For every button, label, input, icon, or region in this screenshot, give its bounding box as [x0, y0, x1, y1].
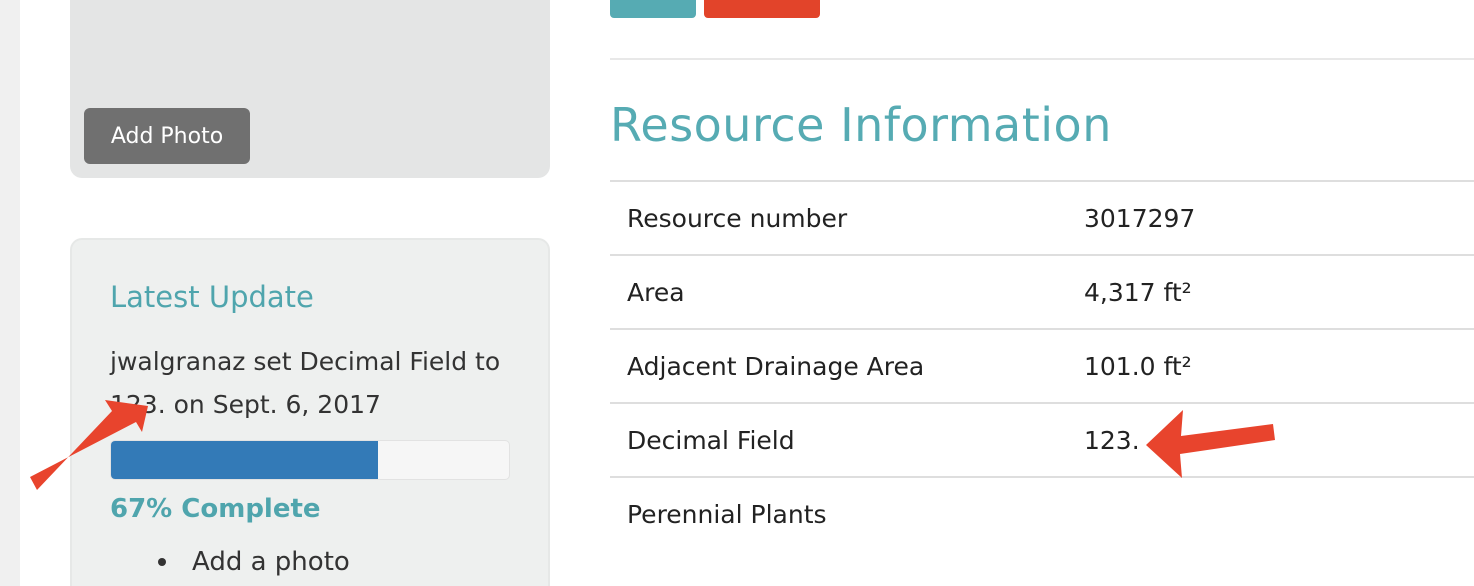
todo-item-label: Add a photo: [192, 547, 350, 577]
table-row: Adjacent Drainage Area 101.0 ft²: [610, 328, 1474, 402]
row-label: Decimal Field: [627, 426, 795, 455]
table-row: Area 4,317 ft²: [610, 254, 1474, 328]
bullet-icon: [158, 558, 166, 566]
divider: [610, 58, 1474, 60]
teal-action-button[interactable]: [610, 0, 696, 18]
progress-bar-fill: [111, 441, 378, 479]
latest-update-text: jwalgranaz set Decimal Field to 123. on …: [110, 347, 501, 419]
row-label: Resource number: [627, 204, 848, 233]
resource-information-title: Resource Information: [610, 98, 1112, 152]
add-photo-button[interactable]: Add Photo: [84, 108, 250, 164]
photo-panel: Add Photo: [70, 0, 550, 178]
resource-info-table: Resource number 3017297 Area 4,317 ft² A…: [610, 180, 1474, 550]
progress-label: 67% Complete: [110, 494, 321, 524]
row-value: 101.0 ft²: [1084, 352, 1192, 381]
left-gutter: [0, 0, 20, 586]
todo-list: Add a photo: [158, 540, 350, 584]
todo-item[interactable]: Add a photo: [158, 540, 350, 584]
row-label: Perennial Plants: [627, 500, 827, 529]
row-label: Area: [627, 278, 685, 307]
latest-update-title: Latest Update: [110, 280, 314, 314]
latest-update-panel: Latest Update jwalgranaz set Decimal Fie…: [70, 238, 550, 586]
row-value: 3017297: [1084, 204, 1196, 233]
row-value: 4,317 ft²: [1084, 278, 1192, 307]
row-label: Adjacent Drainage Area: [627, 352, 925, 381]
red-action-button[interactable]: [704, 0, 820, 18]
row-value: 123.: [1084, 426, 1140, 455]
table-row: Perennial Plants: [610, 476, 1474, 550]
table-row: Decimal Field 123.: [610, 402, 1474, 476]
completion-progress-bar: [110, 440, 510, 480]
table-row: Resource number 3017297: [610, 180, 1474, 254]
